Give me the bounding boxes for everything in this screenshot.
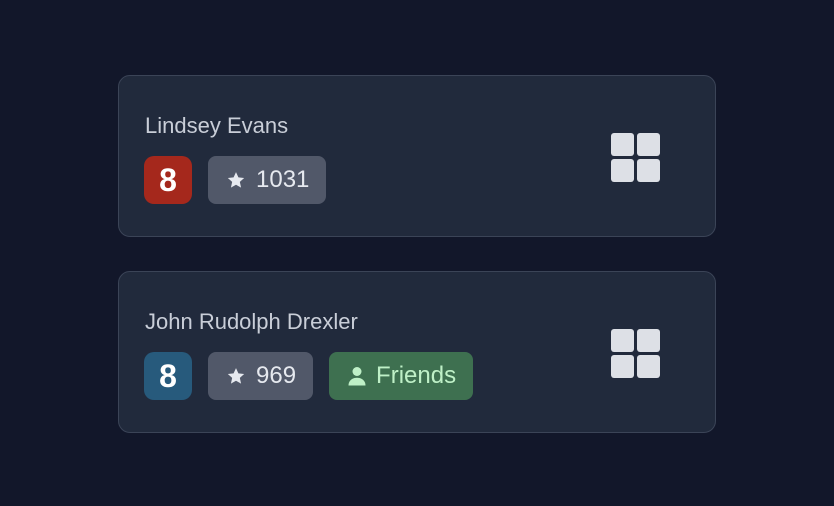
grid-icon[interactable]	[611, 133, 661, 183]
level-badge: 8	[144, 156, 192, 204]
player-badges: 8 1031	[144, 156, 327, 204]
rating-chip: 969	[208, 352, 314, 400]
player-badges: 8 969 Friends	[144, 352, 474, 400]
rating-chip: 1031	[208, 156, 327, 204]
player-list: Lindsey Evans 8 1031 John Rudolph Drexle…	[0, 0, 834, 506]
player-card[interactable]: John Rudolph Drexler 8 969 Friends	[118, 271, 716, 433]
rating-value: 1031	[256, 166, 310, 193]
level-badge: 8	[144, 352, 192, 400]
rating-value: 969	[256, 362, 297, 389]
star-icon	[226, 170, 246, 190]
person-icon	[348, 366, 366, 386]
friends-label: Friends	[376, 362, 457, 389]
player-card[interactable]: Lindsey Evans 8 1031	[118, 75, 716, 237]
friends-badge: Friends	[329, 352, 474, 400]
player-name: John Rudolph Drexler	[145, 309, 358, 334]
player-name: Lindsey Evans	[145, 113, 289, 138]
star-icon	[226, 366, 246, 386]
grid-icon[interactable]	[611, 329, 661, 379]
